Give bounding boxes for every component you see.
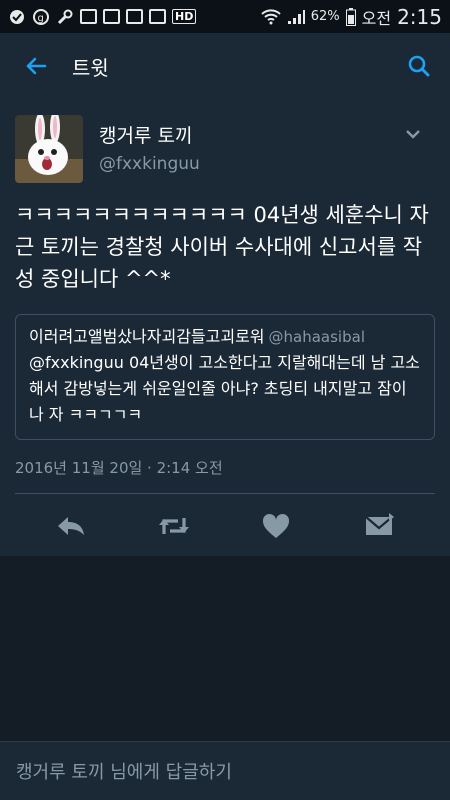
- page-title: 트윗: [72, 55, 109, 80]
- retweet-icon: [158, 518, 189, 534]
- clock-ampm: 오전: [361, 8, 392, 28]
- quoted-user-handle: @hahaasibal: [268, 328, 365, 346]
- status-bar: g HD 62% 오전 2:15: [0, 0, 450, 33]
- hd-icon: HD: [172, 9, 197, 24]
- search-icon: [408, 55, 430, 77]
- avatar[interactable]: [15, 115, 83, 183]
- clock-time: 2:15: [397, 4, 442, 29]
- app-icon: [126, 9, 143, 24]
- author-name[interactable]: 캥거루 토끼: [99, 121, 192, 148]
- battery-icon: [345, 7, 356, 26]
- quoted-tweet[interactable]: 이러려고앨범샀나자괴감들고괴로워 @hahaasibal @fxxkinguu 0…: [15, 314, 435, 440]
- like-button[interactable]: [254, 504, 298, 548]
- arrow-left-icon: [26, 57, 47, 75]
- quoted-user-name: 이러려고앨범샀나자괴감들고괴로워: [29, 327, 265, 346]
- direct-message-button[interactable]: [357, 504, 401, 548]
- divider: [15, 493, 435, 494]
- reply-icon: [58, 517, 85, 535]
- reply-button[interactable]: [49, 504, 93, 548]
- tweet-text: ㅋㅋㅋㅋㅋㅋㅋㅋㅋㅋㅋㅋ 04년생 세훈수니 자근 토끼는 경찰청 사이버 수사…: [15, 203, 429, 291]
- reply-composer[interactable]: 캥거루 토끼 님에게 답글하기: [0, 741, 450, 800]
- quoted-text: @fxxkinguu 04년생이 고소한다고 지랄해대는데 남 고소해서 감방넣…: [29, 353, 420, 424]
- app-bar: 트윗: [0, 33, 450, 99]
- signal-icon: [287, 9, 305, 24]
- author-handle[interactable]: @fxxkinguu: [99, 154, 200, 174]
- retweet-button[interactable]: [152, 504, 196, 548]
- reply-placeholder: 캥거루 토끼 님에게 답글하기: [16, 762, 232, 783]
- tweet-card: 캥거루 토끼 @fxxkinguu ㅋㅋㅋㅋㅋㅋㅋㅋㅋㅋㅋㅋ 04년생 세훈수니…: [0, 99, 450, 556]
- more-options-button[interactable]: [402, 123, 424, 145]
- back-button[interactable]: [0, 33, 72, 99]
- app-icon: [80, 9, 97, 24]
- g-icon: g: [32, 8, 50, 26]
- wifi-icon: [261, 8, 281, 24]
- chevron-down-icon: [406, 130, 420, 139]
- search-button[interactable]: [388, 33, 450, 99]
- tweet-actions: [0, 499, 450, 553]
- app-icon: [149, 9, 166, 24]
- image-icon: [103, 9, 120, 24]
- battery-percent: 62%: [310, 9, 340, 24]
- notification-icon: [8, 8, 26, 26]
- svg-text:g: g: [38, 13, 44, 24]
- like-icon: [263, 513, 290, 538]
- tweet-timestamp: 2016년 11월 20일 · 2:14 오전: [15, 459, 223, 477]
- wrench-icon: [56, 8, 74, 26]
- dm-icon: [365, 513, 394, 535]
